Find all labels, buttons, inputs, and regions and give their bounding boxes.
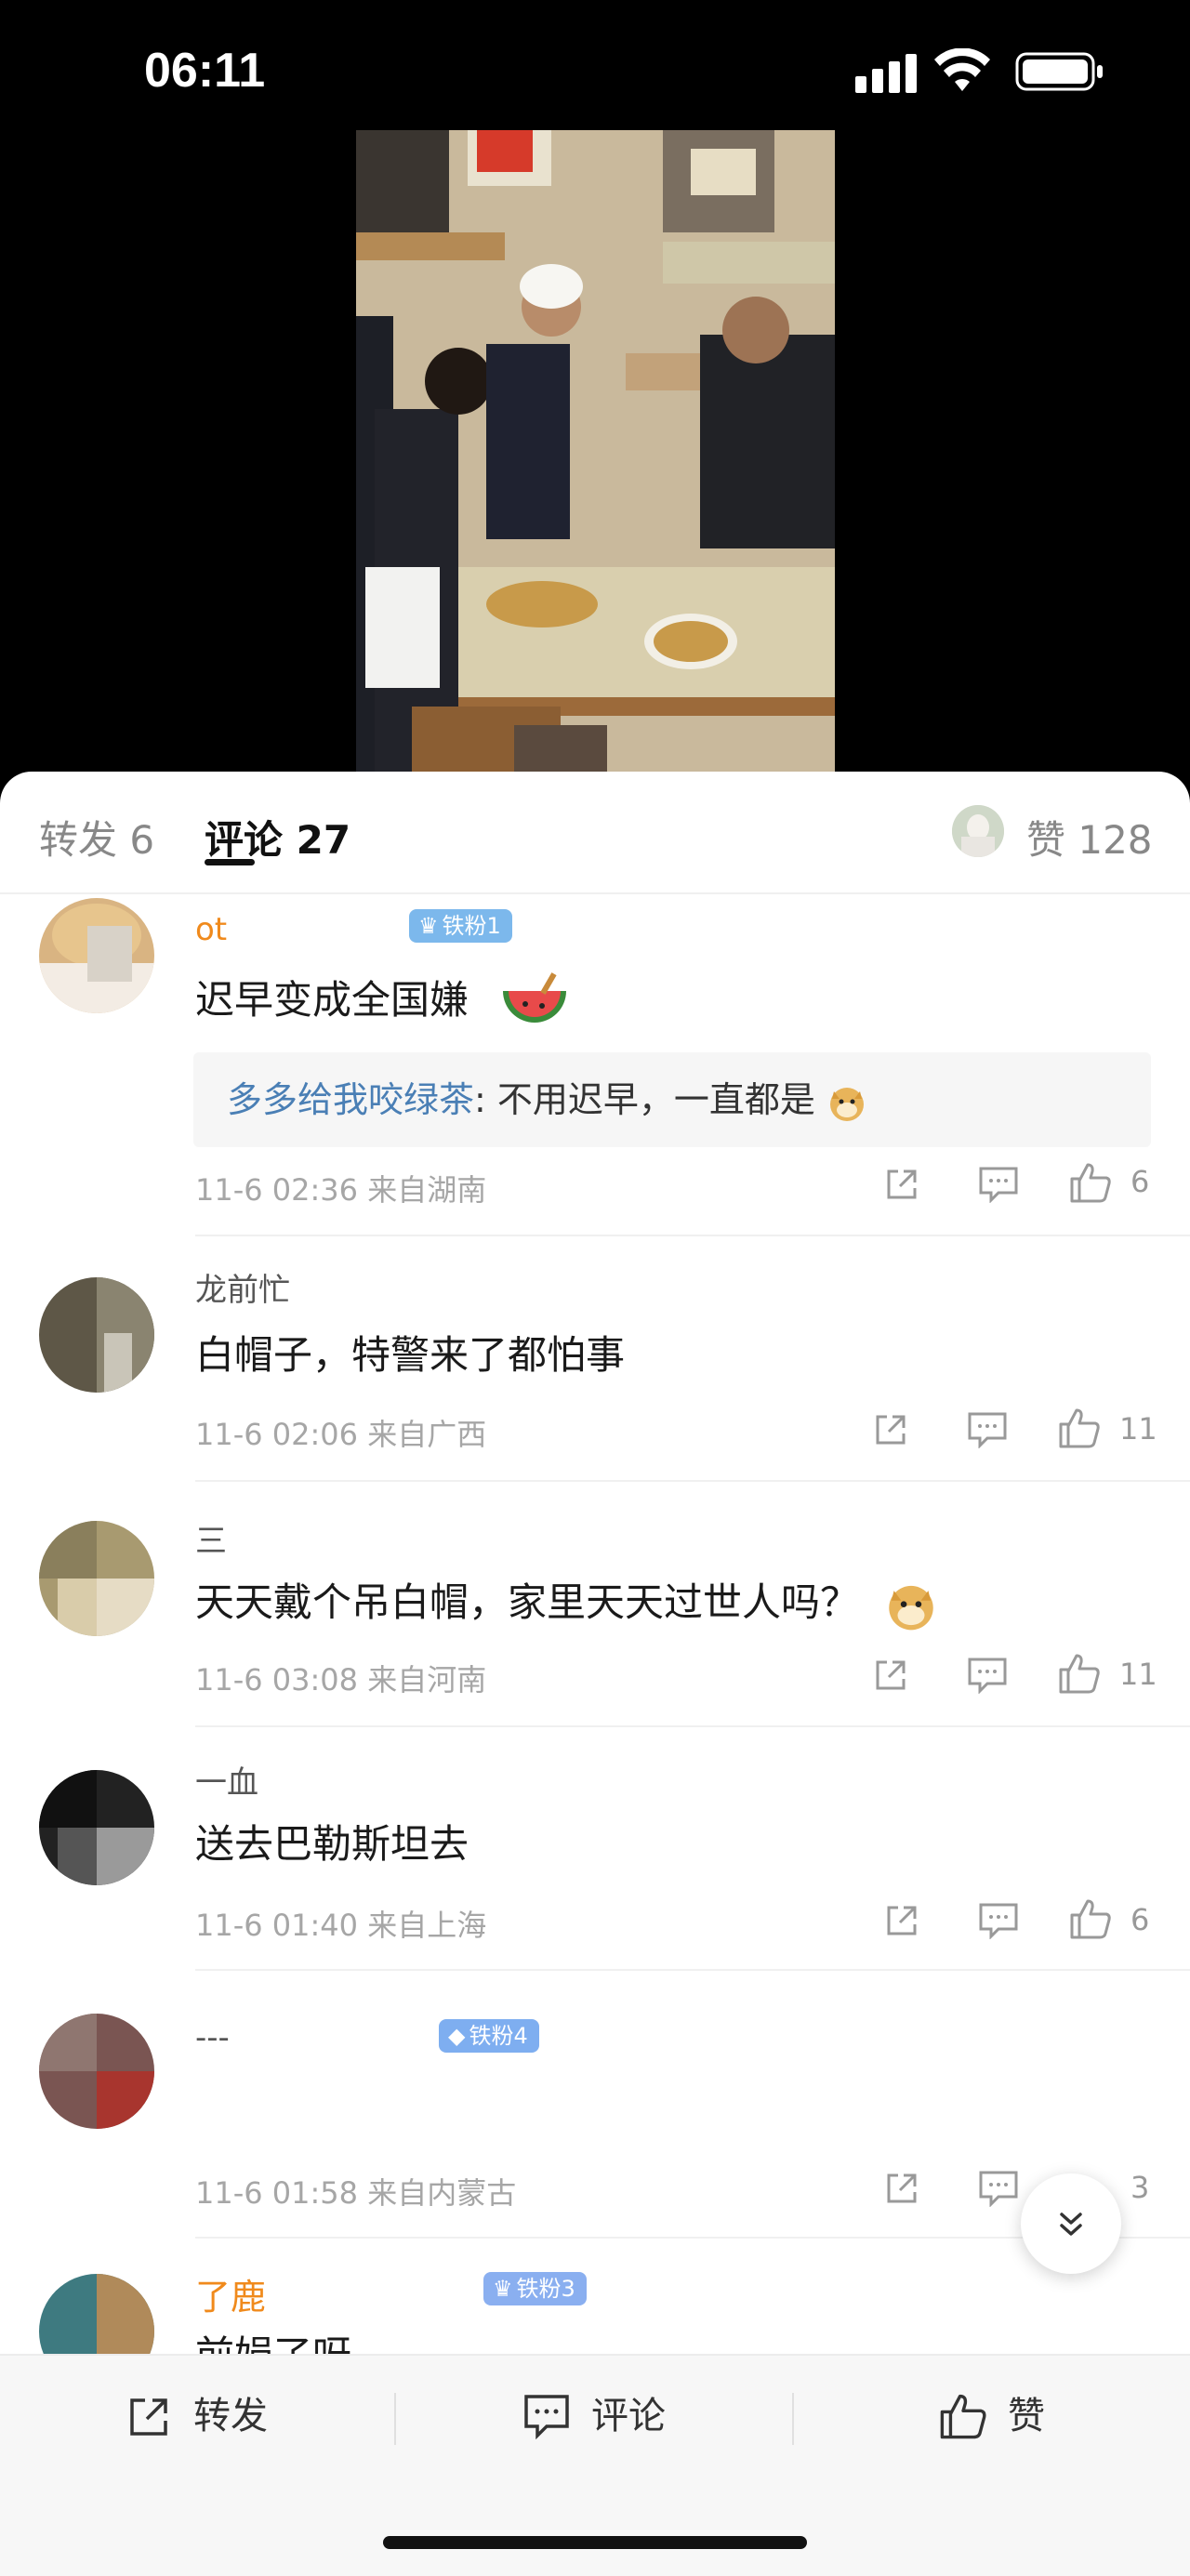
video-frame xyxy=(356,130,835,772)
share-icon[interactable] xyxy=(872,1411,909,1448)
like-button[interactable] xyxy=(1069,1162,1112,1203)
fan-badge: ♛ 铁粉1 xyxy=(409,909,512,943)
scroll-down-button[interactable] xyxy=(1021,2173,1121,2274)
watermelon-emoji xyxy=(503,971,567,1023)
like-button[interactable] xyxy=(1069,1898,1112,1939)
like-count: 3 xyxy=(1130,2170,1150,2205)
username[interactable]: 一血 xyxy=(195,1757,258,1803)
thumbs-up-icon xyxy=(940,2394,986,2439)
like-count: 11 xyxy=(1119,1411,1157,1447)
comment-item: ot ♛ 铁粉1 迟早变成全国嫌 多多给我咬绿茶: 不用迟早，一直都是 xyxy=(0,892,1190,1147)
share-icon[interactable] xyxy=(883,1166,920,1203)
tab-bar: 转发 6 评论 27 赞 128 xyxy=(0,772,1190,894)
divider xyxy=(195,1969,1190,1971)
comment-button[interactable]: 评论 xyxy=(522,2393,666,2439)
like-count: 11 xyxy=(1119,1657,1157,1692)
divider xyxy=(792,2393,794,2445)
avatar[interactable] xyxy=(39,1770,154,1885)
thumbs-up-icon xyxy=(1059,1654,1100,1694)
divider xyxy=(195,1235,1190,1236)
thumbs-up-icon xyxy=(1070,1899,1111,1939)
battery-icon xyxy=(1015,52,1103,91)
chevron-down-icon xyxy=(1060,2213,1082,2236)
divider xyxy=(394,2393,396,2445)
comment-meta: 11-6 01:40 来自上海 xyxy=(195,1908,487,1943)
fan-badge: ◆ 铁粉4 xyxy=(439,2019,539,2053)
status-bar: 06:11 xyxy=(0,0,1190,130)
video-player[interactable] xyxy=(356,130,835,772)
avatar[interactable] xyxy=(39,1521,154,1636)
tab-repost[interactable]: 转发 6 xyxy=(39,809,154,865)
comment-text: 送去巴勒斯坦去 xyxy=(195,1821,469,1867)
username[interactable]: 了鹿 xyxy=(195,2268,266,2319)
comment-icon[interactable] xyxy=(978,1902,1019,1939)
thumbs-up-icon xyxy=(1059,1408,1100,1448)
tab-comment[interactable]: 评论 27 xyxy=(205,809,350,865)
avatar[interactable] xyxy=(39,1277,154,1393)
comment-icon[interactable] xyxy=(967,1657,1008,1694)
comment-icon[interactable] xyxy=(978,2170,1019,2207)
home-indicator[interactable] xyxy=(383,2536,807,2549)
comment-icon[interactable] xyxy=(967,1411,1008,1448)
like-count: 6 xyxy=(1130,1164,1150,1199)
tab-likes[interactable]: 赞 128 xyxy=(1026,809,1153,865)
reply-preview[interactable]: 多多给我咬绿茶: 不用迟早，一直都是 xyxy=(193,1052,1151,1147)
username[interactable]: ot xyxy=(195,911,227,948)
comment-text: 天天戴个吊白帽，家里天天过世人吗？ xyxy=(195,1571,938,1632)
comment-icon[interactable] xyxy=(978,1166,1019,1203)
repost-button[interactable]: 转发 xyxy=(126,2393,268,2439)
fan-badge: ♛ 铁粉3 xyxy=(483,2272,587,2305)
reply-username[interactable]: 多多给我咬绿茶 xyxy=(227,1079,474,1120)
wifi-icon xyxy=(934,48,990,91)
divider xyxy=(195,1480,1190,1482)
doge-emoji xyxy=(889,1585,934,1630)
like-count: 6 xyxy=(1130,1902,1150,1937)
active-tab-indicator xyxy=(205,859,255,865)
username[interactable]: 三 xyxy=(195,1515,227,1561)
like-button[interactable] xyxy=(1058,1653,1101,1694)
like-button[interactable] xyxy=(1058,1407,1101,1448)
comment-icon xyxy=(524,2395,569,2439)
share-icon xyxy=(130,2398,167,2436)
comment-text: 迟早变成全国嫌 xyxy=(195,969,570,1034)
username[interactable]: 龙前忙 xyxy=(195,1264,290,1310)
share-icon[interactable] xyxy=(883,1902,920,1939)
status-time: 06:11 xyxy=(144,44,266,98)
thumbs-up-icon xyxy=(1070,1163,1111,1203)
comment-text: 白帽子，特警来了都怕事 xyxy=(195,1332,626,1378)
username[interactable]: --- xyxy=(195,2019,230,2056)
share-icon[interactable] xyxy=(872,1657,909,1694)
comment-meta: 11-6 02:06 来自广西 xyxy=(195,1417,487,1452)
comment-panel: 转发 6 评论 27 赞 128 ot ♛ 铁粉1 迟早变成全国嫌 多多给我咬绿茶… xyxy=(0,772,1190,2574)
liker-avatar[interactable] xyxy=(952,805,1004,857)
share-icon[interactable] xyxy=(883,2170,920,2207)
avatar[interactable] xyxy=(39,2014,154,2129)
comment-meta: 11-6 01:58 来自内蒙古 xyxy=(195,2175,517,2211)
divider xyxy=(195,1725,1190,1727)
avatar[interactable] xyxy=(39,898,154,1013)
signal-icon xyxy=(855,54,917,93)
comment-meta: 11-6 03:08 来自河南 xyxy=(195,1662,487,1698)
comment-meta: 11-6 02:36 来自湖南 xyxy=(195,1172,487,1208)
doge-emoji xyxy=(830,1087,864,1121)
like-button[interactable]: 赞 xyxy=(939,2393,1045,2439)
reply-text: : 不用迟早，一直都是 xyxy=(474,1079,815,1120)
